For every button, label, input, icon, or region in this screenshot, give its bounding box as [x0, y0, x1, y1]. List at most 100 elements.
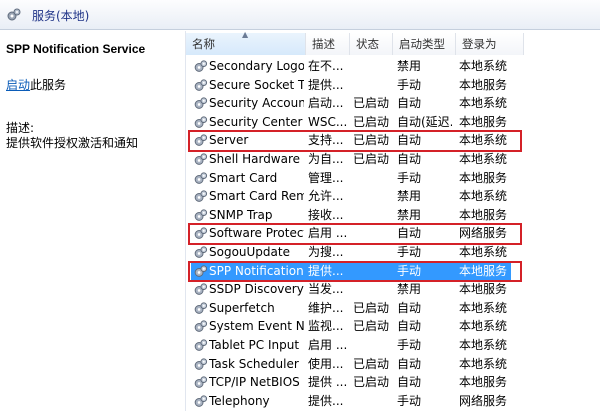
service-description: 提供...: [308, 77, 344, 92]
service-row[interactable]: SSDP Discovery 当发... 禁用 本地服务: [186, 280, 600, 299]
service-startup-type: 手动: [397, 77, 422, 92]
service-row[interactable]: SNMP Trap 接收... 禁用 本地服务: [186, 206, 600, 225]
service-name: Tablet PC Input ...: [209, 338, 304, 352]
service-description: 在不...: [308, 59, 344, 73]
service-row[interactable]: Secure Socket T... 提供... 手动 本地服务: [186, 76, 600, 95]
window-header: 服务(本地): [0, 0, 600, 30]
service-startup-type: 手动: [397, 245, 422, 259]
service-row[interactable]: TCP/IP NetBIOS ... 提供 ... 已启动自动 本地服务: [186, 373, 600, 392]
gear-icon: [193, 245, 208, 260]
service-name: TCP/IP NetBIOS ...: [209, 375, 304, 390]
service-row[interactable]: Smart Card Rem... 允许... 禁用 本地系统: [186, 187, 600, 206]
service-row[interactable]: Shell Hardware ... 为自... 已启动自动 本地系统: [186, 150, 600, 169]
service-startup-type: 禁用: [397, 59, 422, 73]
start-action: 启动此服务: [6, 76, 66, 93]
gear-icon: [193, 171, 208, 186]
service-name: Shell Hardware ...: [209, 152, 304, 166]
service-startup-type: 手动: [397, 393, 422, 408]
services-list: ▲ 名称 描述 状态 启动类型 登录为 Secondary Logon 在不...…: [185, 30, 600, 411]
service-row[interactable]: Secondary Logon 在不... 禁用 本地系统: [186, 57, 600, 76]
column-logon-as[interactable]: 登录为: [456, 33, 524, 55]
column-name[interactable]: ▲ 名称: [186, 30, 306, 55]
column-header: ▲ 名称 描述 状态 启动类型 登录为: [186, 30, 524, 55]
service-name: System Event N...: [209, 319, 304, 334]
service-startup-type: 自动: [397, 96, 422, 111]
gear-icon: [193, 301, 208, 316]
service-description: 使用...: [308, 356, 344, 371]
column-startup-type[interactable]: 启动类型: [393, 33, 456, 55]
service-description: 为搜...: [308, 245, 344, 259]
service-startup-type: 禁用: [397, 282, 422, 297]
service-logon-as: 本地系统: [459, 96, 508, 111]
gear-icon: [193, 115, 208, 130]
service-logon-as: 本地系统: [459, 300, 508, 315]
service-name: Task Scheduler: [209, 356, 299, 371]
column-description-label: 描述: [312, 37, 335, 51]
service-status: 已启动: [353, 356, 390, 371]
service-logon-as: 本地服务: [459, 170, 508, 185]
service-row[interactable]: SogouUpdate 为搜... 手动 本地系统: [186, 243, 600, 262]
service-name: Smart Card: [209, 170, 278, 185]
service-logon-as: 本地系统: [459, 245, 508, 259]
service-description: 提供 ...: [308, 375, 348, 390]
service-description: 维护...: [308, 300, 344, 315]
service-name: Security Center: [209, 114, 303, 129]
service-status: 已启动: [353, 114, 390, 129]
column-logon-as-label: 登录为: [462, 37, 497, 51]
service-name: SogouUpdate: [209, 245, 290, 259]
service-description: 启用 ...: [308, 338, 348, 352]
service-startup-type: 自动: [397, 152, 422, 166]
service-startup-type: 自动: [397, 356, 422, 371]
description-text: 提供软件授权激活和通知: [6, 136, 139, 150]
service-description: 为自...: [308, 152, 344, 166]
service-row[interactable]: System Event N... 监视... 已启动自动 本地系统: [186, 317, 600, 336]
service-description: 监视...: [308, 319, 344, 334]
services-gear-icon: [7, 8, 21, 21]
service-row[interactable]: Telephony 提供... 手动 网络服务: [186, 392, 600, 411]
selected-service-name: SPP Notification Service: [6, 42, 146, 56]
gear-icon: [193, 152, 208, 167]
service-startup-type: 禁用: [397, 207, 422, 222]
service-row[interactable]: Security Center WSC... 已启动自动(延迟... 本地服务: [186, 113, 600, 132]
sort-ascending-icon: ▲: [242, 30, 249, 39]
service-logon-as: 本地服务: [459, 114, 508, 129]
service-name: Security Account...: [209, 96, 304, 111]
gear-icon: [193, 319, 208, 334]
service-logon-as: 本地系统: [459, 152, 508, 166]
column-description[interactable]: 描述: [306, 33, 350, 55]
gear-icon: [193, 282, 208, 297]
service-description: 提供...: [308, 393, 344, 408]
service-name: Smart Card Rem...: [209, 189, 304, 204]
service-name: SNMP Trap: [209, 207, 273, 222]
service-status: 已启动: [353, 300, 390, 315]
service-name: Telephony: [209, 393, 270, 408]
column-status[interactable]: 状态: [350, 33, 393, 55]
service-row[interactable]: Tablet PC Input ... 启用 ... 手动 本地系统: [186, 336, 600, 355]
service-name: Secure Socket T...: [209, 77, 304, 92]
service-logon-as: 本地系统: [459, 59, 508, 73]
service-startup-type: 手动: [397, 170, 422, 185]
service-status: 已启动: [353, 375, 390, 390]
service-logon-as: 本地系统: [459, 356, 508, 371]
service-status: 已启动: [353, 152, 390, 166]
service-row[interactable]: Task Scheduler 使用... 已启动 自动 本地系统: [186, 355, 600, 374]
service-name: Secondary Logon: [209, 59, 304, 73]
service-row[interactable]: Superfetch 维护... 已启动 自动 本地系统: [186, 299, 600, 318]
service-logon-as: 本地服务: [459, 375, 508, 390]
gear-icon: [193, 338, 208, 353]
highlight-box: [188, 260, 522, 283]
service-description: 接收...: [308, 207, 344, 222]
service-row[interactable]: Smart Card 管理... 手动 本地服务: [186, 169, 600, 188]
column-name-label: 名称: [192, 37, 215, 51]
service-startup-type: 自动: [397, 300, 422, 315]
highlight-box: [188, 223, 522, 245]
service-logon-as: 本地服务: [459, 77, 508, 92]
gear-icon: [193, 189, 208, 204]
service-row[interactable]: Security Account... 启动... 已启动自动 本地系统: [186, 94, 600, 113]
column-status-label: 状态: [356, 37, 379, 51]
gear-icon: [193, 375, 208, 390]
service-description: 启动...: [308, 96, 344, 111]
description-pane: SPP Notification Service 启动此服务 描述: 提供软件授…: [0, 31, 185, 411]
service-startup-type: 禁用: [397, 189, 422, 204]
start-service-link[interactable]: 启动: [6, 78, 30, 92]
